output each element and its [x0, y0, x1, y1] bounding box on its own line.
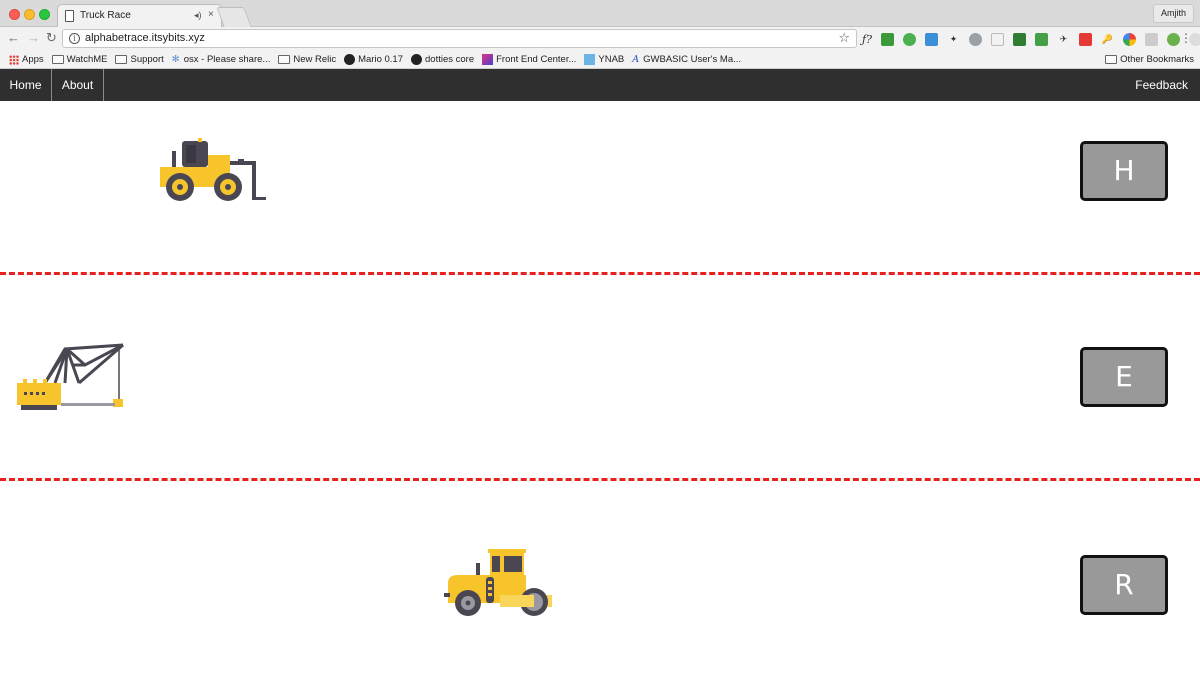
extension-icon[interactable]: ✈	[1057, 33, 1070, 46]
nav-about-link[interactable]: About	[52, 69, 104, 101]
extension-icon[interactable]	[990, 32, 1004, 46]
extension-icon[interactable]	[1034, 32, 1048, 46]
extension-icon[interactable]	[880, 32, 894, 46]
crane-icon	[17, 343, 124, 410]
bookmark-mario[interactable]: Mario 0.17	[344, 54, 403, 65]
folder-icon	[115, 55, 128, 64]
bookmark-icon	[482, 54, 494, 65]
bookmark-star-icon[interactable]: ☆	[838, 30, 850, 46]
bookmarks-bar: Apps WatchME Support ✻ osx - Please shar…	[0, 51, 1200, 69]
bookmark-label: Front End Center...	[496, 54, 577, 65]
bookmark-dotties-core[interactable]: dotties core	[411, 54, 474, 65]
pin-extension-icon[interactable]: ✦	[947, 33, 960, 46]
road-roller-icon	[444, 549, 552, 616]
reload-icon[interactable]: ↻	[46, 30, 57, 46]
bookmark-osx[interactable]: ✻ osx - Please share...	[172, 54, 271, 65]
forklift-loader-icon	[160, 138, 266, 201]
bookmark-apps[interactable]: Apps	[9, 54, 44, 65]
nav-feedback-link[interactable]: Feedback	[1135, 69, 1188, 101]
race-lane: H	[0, 101, 1200, 273]
bookmark-icon: A	[632, 54, 640, 65]
extension-icon[interactable]	[1122, 32, 1136, 46]
close-window-button[interactable]	[9, 9, 20, 20]
extension-icon[interactable]: 🔑	[1101, 33, 1114, 46]
browser-menu-icon[interactable]: ⋮	[1180, 31, 1192, 45]
bookmark-new-relic[interactable]: New Relic	[278, 54, 336, 65]
speaker-icon[interactable]: ◂)	[194, 10, 202, 21]
bookmark-label: New Relic	[293, 54, 337, 65]
bookmark-label: YNAB	[598, 54, 625, 65]
nav-home-link[interactable]: Home	[0, 69, 52, 101]
race-lane: E	[0, 275, 1200, 479]
extension-icon[interactable]	[902, 32, 916, 46]
bookmark-label: WatchME	[66, 54, 108, 65]
bookmark-label: dotties core	[425, 54, 475, 65]
address-bar[interactable]: i alphabetrace.itsybits.xyz ☆	[62, 29, 857, 48]
formula-extension-icon[interactable]: ƒ?	[862, 33, 872, 46]
extension-icon[interactable]	[924, 32, 938, 46]
bookmark-label: Mario 0.17	[358, 54, 403, 65]
extension-icon[interactable]	[1012, 32, 1026, 46]
folder-icon	[278, 55, 291, 64]
key-button-h[interactable]: H	[1080, 141, 1168, 201]
forward-arrow-icon[interactable]: →	[27, 30, 40, 45]
maximize-window-button[interactable]	[39, 9, 50, 20]
extension-icon[interactable]	[1166, 32, 1180, 46]
race-lane: R	[0, 481, 1200, 686]
other-bookmarks[interactable]: Other Bookmarks	[1105, 54, 1194, 65]
app-navbar: Home About Feedback	[0, 69, 1200, 101]
back-arrow-icon[interactable]: ←	[7, 30, 20, 45]
bookmark-label: Apps	[22, 54, 44, 65]
extension-icons: ƒ? ✦ ✈ 🔑	[862, 30, 1200, 48]
tab-title: Truck Race	[80, 10, 131, 21]
github-icon	[411, 54, 422, 65]
bookmark-label: GWBASIC User's Ma...	[643, 54, 742, 65]
key-button-r[interactable]: R	[1080, 555, 1168, 615]
bookmark-ynab[interactable]: YNAB	[584, 54, 624, 65]
browser-tab[interactable]: Truck Race ◂) ×	[57, 4, 222, 28]
new-tab-button[interactable]	[216, 7, 252, 27]
apps-grid-icon	[9, 54, 19, 65]
bookmark-label: osx - Please share...	[183, 54, 271, 65]
bookmark-support[interactable]: Support	[115, 54, 164, 65]
extension-icon[interactable]	[1078, 32, 1092, 46]
key-button-e[interactable]: E	[1080, 347, 1168, 407]
bookmark-front-end-center[interactable]: Front End Center...	[482, 54, 576, 65]
minimize-window-button[interactable]	[24, 9, 35, 20]
extension-icon[interactable]	[968, 32, 982, 46]
bookmark-watchme[interactable]: WatchME	[51, 54, 108, 65]
extension-icon[interactable]	[1144, 32, 1158, 46]
browser-titlebar: Truck Race ◂) × Amjith	[0, 0, 1200, 28]
bookmark-label: Other Bookmarks	[1120, 54, 1194, 65]
folder-icon	[51, 55, 64, 64]
page-icon	[65, 10, 74, 22]
folder-icon	[1105, 55, 1118, 64]
ynab-icon	[584, 54, 596, 65]
bookmark-gwbasic[interactable]: A GWBASIC User's Ma...	[632, 54, 741, 65]
bookmark-label: Support	[130, 54, 164, 65]
url-text[interactable]: alphabetrace.itsybits.xyz	[85, 32, 205, 44]
tab-close-icon[interactable]: ×	[208, 9, 214, 20]
browser-toolbar: ← → ↻ i alphabetrace.itsybits.xyz ☆ ƒ? ✦…	[0, 27, 1200, 51]
profile-button[interactable]: Amjith	[1152, 4, 1194, 23]
bookmark-icon: ✻	[171, 54, 180, 65]
github-icon	[344, 54, 356, 65]
info-icon[interactable]: i	[69, 33, 80, 44]
